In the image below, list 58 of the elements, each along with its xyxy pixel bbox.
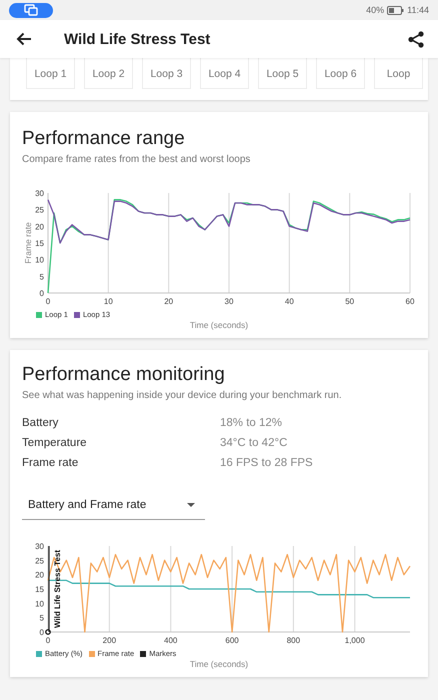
tick-label: 10 xyxy=(104,297,113,306)
marker-label: Wild Life Stress Test xyxy=(53,550,62,628)
tick-label: 0 xyxy=(40,628,44,637)
axis-title: Time (seconds) xyxy=(188,320,250,330)
loop-card[interactable]: Loop 3 xyxy=(142,58,191,89)
tick-label: 1,000 xyxy=(344,636,365,645)
metric-label: Frame rate xyxy=(22,457,80,469)
caret-icon xyxy=(187,502,195,506)
tick-label: 20 xyxy=(35,570,44,580)
battery-icon xyxy=(387,6,404,14)
card-title: Performance range xyxy=(22,128,186,150)
metric-value: 16 FPS to 28 FPS xyxy=(220,457,314,469)
tick-label: 30 xyxy=(35,189,44,198)
tick-label: 40 xyxy=(284,297,294,306)
tick-label: 50 xyxy=(345,297,354,306)
tick-label: 200 xyxy=(102,636,116,645)
tick-label: 20 xyxy=(35,222,44,232)
clock-time: 11:44 xyxy=(407,5,429,15)
tick-label: 60 xyxy=(406,297,414,306)
tick-label: 10 xyxy=(35,256,44,265)
marker-point xyxy=(45,629,51,635)
tick-label: 20 xyxy=(164,297,174,306)
tick-label: 0 xyxy=(46,636,50,645)
tick-label: 25 xyxy=(35,556,44,566)
axis-title: Frame rate xyxy=(23,222,33,264)
tick-label: 5 xyxy=(40,272,44,282)
loop-card[interactable]: Loop 1 xyxy=(26,58,75,89)
axis-title: Time (seconds) xyxy=(188,659,250,669)
card-subtitle: See what was happening inside your device during your benchmark run. xyxy=(22,390,343,401)
tick-label: 600 xyxy=(225,636,239,645)
tick-label: 15 xyxy=(35,239,44,248)
metric-label: Battery xyxy=(22,417,60,429)
tick-label: 15 xyxy=(35,585,44,594)
tick-label: 5 xyxy=(40,614,44,623)
tick-label: 0 xyxy=(40,289,44,298)
screen-mode-button[interactable] xyxy=(9,2,53,18)
card-title: Performance monitoring xyxy=(22,364,226,386)
windows-icon xyxy=(24,4,38,16)
loop-card[interactable]: Loop 5 xyxy=(258,58,307,89)
tick-label: 0 xyxy=(46,297,50,306)
page-title: Wild Life Stress Test xyxy=(64,30,212,48)
loop-card[interactable]: Loop 4 xyxy=(200,58,249,89)
card-subtitle: Compare frame rates from the best and worst loops xyxy=(22,154,252,165)
battery-percent: 40% xyxy=(366,5,384,15)
back-arrow-icon xyxy=(16,32,32,46)
loop-card[interactable]: Loop 6 xyxy=(316,58,365,89)
tick-label: 30 xyxy=(35,542,44,551)
metric-value: 34°C to 42°C xyxy=(220,437,288,449)
tick-label: 30 xyxy=(224,297,234,306)
loop-card[interactable]: Loop xyxy=(374,58,423,89)
loop-card[interactable]: Loop 2 xyxy=(84,58,133,89)
metric-value: 18% to 12% xyxy=(220,417,284,429)
tick-label: 10 xyxy=(35,599,44,608)
tick-label: 800 xyxy=(286,636,300,645)
metric-label: Temperature xyxy=(22,437,88,449)
tick-label: 25 xyxy=(35,206,44,215)
tick-label: 400 xyxy=(164,636,178,645)
share-icon xyxy=(408,30,424,48)
